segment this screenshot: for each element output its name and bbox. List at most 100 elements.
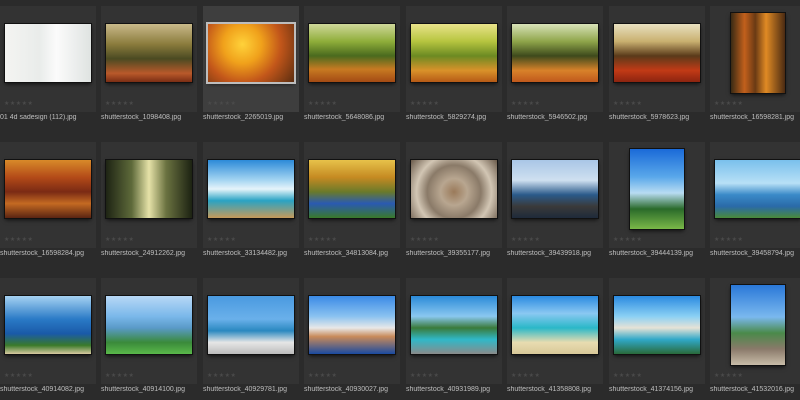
thumbnail-frame: [101, 142, 197, 236]
thumbnail-image[interactable]: [411, 160, 497, 218]
rating-stars[interactable]: ★★★★★: [4, 237, 33, 244]
thumbnail-cell[interactable]: ★★★★★ shutterstock_39355177.jpg: [406, 142, 502, 257]
thumbnail-cell[interactable]: ★★★★★ shutterstock_41374156.jpg: [609, 278, 705, 393]
rating-stars[interactable]: ★★★★★: [410, 101, 439, 108]
thumbnail-cell[interactable]: ★★★★★ shutterstock_39439918.jpg: [507, 142, 603, 257]
thumbnail-cell[interactable]: ★★★★★ shutterstock_5829274.jpg: [406, 6, 502, 121]
rating-stars[interactable]: ★★★★★: [714, 237, 743, 244]
rating-stars[interactable]: ★★★★★: [308, 373, 337, 380]
thumbnail-cell[interactable]: ★★★★★ shutterstock_40914100.jpg: [101, 278, 197, 393]
thumbnail-image[interactable]: [614, 24, 700, 82]
thumbnail-cell[interactable]: ★★★★★ shutterstock_40929781.jpg: [203, 278, 299, 393]
thumbnail-image[interactable]: [106, 24, 192, 82]
rating-stars[interactable]: ★★★★★: [308, 101, 337, 108]
thumbnail-image[interactable]: [715, 160, 800, 218]
thumbnail-cell[interactable]: ★★★★★ shutterstock_40930027.jpg: [304, 278, 400, 393]
thumbnail-cell[interactable]: ★★★★★ shutterstock_41532016.jpg: [710, 278, 800, 393]
thumbnail-cell[interactable]: ★★★★★ shutterstock_24912262.jpg: [101, 142, 197, 257]
thumbnail-cell[interactable]: ★★★★★ shutterstock_16598281.jpg: [710, 6, 800, 121]
thumbnail-filename: shutterstock_40914082.jpg: [0, 386, 85, 393]
thumbnail-frame: [0, 142, 96, 236]
thumbnail-filename: shutterstock_41374156.jpg: [609, 386, 694, 393]
rating-stars[interactable]: ★★★★★: [511, 101, 540, 108]
rating-stars[interactable]: ★★★★★: [613, 101, 642, 108]
thumbnail-cell[interactable]: ★★★★★ shutterstock_5978623.jpg: [609, 6, 705, 121]
thumbnail-frame: [304, 142, 400, 236]
thumbnail-image[interactable]: [5, 24, 91, 82]
rating-stars[interactable]: ★★★★★: [410, 237, 439, 244]
thumbnail-cell[interactable]: ★★★★★ shutterstock_1098408.jpg: [101, 6, 197, 121]
thumbnail-filename: shutterstock_5648086.jpg: [304, 114, 385, 121]
thumbnail-filename: shutterstock_39439918.jpg: [507, 250, 592, 257]
thumbnail-image[interactable]: [512, 160, 598, 218]
thumbnail-filename: shutterstock_2265019.jpg: [203, 114, 284, 121]
thumbnail-filename: shutterstock_39444139.jpg: [609, 250, 694, 257]
rating-stars[interactable]: ★★★★★: [714, 101, 743, 108]
rating-stars[interactable]: ★★★★★: [207, 101, 236, 108]
thumbnail-cell[interactable]: ★★★★★ shutterstock_40931989.jpg: [406, 278, 502, 393]
rating-stars[interactable]: ★★★★★: [105, 373, 134, 380]
thumbnail-image[interactable]: [411, 24, 497, 82]
thumbnail-frame: [203, 6, 299, 100]
thumbnail-frame: [609, 278, 705, 372]
thumbnail-image[interactable]: [411, 296, 497, 354]
thumbnail-image[interactable]: [630, 149, 684, 229]
thumbnail-filename: shutterstock_33134482.jpg: [203, 250, 288, 257]
thumbnail-cell[interactable]: ★★★★★ shutterstock_41358808.jpg: [507, 278, 603, 393]
thumbnail-filename: shutterstock_40931989.jpg: [406, 386, 491, 393]
thumbnail-frame: [507, 142, 603, 236]
rating-stars[interactable]: ★★★★★: [4, 101, 33, 108]
thumbnail-image[interactable]: [206, 22, 296, 84]
thumbnail-filename: 01 4d sadesign (112).jpg: [0, 114, 77, 121]
thumbnail-image[interactable]: [106, 296, 192, 354]
thumbnail-frame: [406, 142, 502, 236]
thumbnail-image[interactable]: [614, 296, 700, 354]
thumbnail-image[interactable]: [5, 160, 91, 218]
rating-stars[interactable]: ★★★★★: [4, 373, 33, 380]
thumbnail-image[interactable]: [731, 13, 785, 93]
thumbnail-image[interactable]: [208, 160, 294, 218]
thumbnail-frame: [0, 6, 96, 100]
thumbnail-image[interactable]: [106, 160, 192, 218]
thumbnail-image[interactable]: [309, 24, 395, 82]
thumbnail-filename: shutterstock_41532016.jpg: [710, 386, 795, 393]
thumbnail-frame: [203, 278, 299, 372]
thumbnail-cell[interactable]: ★★★★★ shutterstock_40914082.jpg: [0, 278, 96, 393]
thumbnail-image[interactable]: [512, 296, 598, 354]
rating-stars[interactable]: ★★★★★: [410, 373, 439, 380]
thumbnail-frame: [203, 142, 299, 236]
rating-stars[interactable]: ★★★★★: [613, 237, 642, 244]
thumbnail-image[interactable]: [512, 24, 598, 82]
thumbnail-frame: [507, 278, 603, 372]
thumbnail-image[interactable]: [208, 296, 294, 354]
thumbnail-cell[interactable]: ★★★★★ shutterstock_39458794.jpg: [710, 142, 800, 257]
rating-stars[interactable]: ★★★★★: [105, 237, 134, 244]
thumbnail-image[interactable]: [309, 296, 395, 354]
thumbnail-filename: shutterstock_24912262.jpg: [101, 250, 186, 257]
thumbnail-cell[interactable]: ★★★★★ shutterstock_5648086.jpg: [304, 6, 400, 121]
rating-stars[interactable]: ★★★★★: [714, 373, 743, 380]
thumbnail-filename: shutterstock_34813084.jpg: [304, 250, 389, 257]
thumbnail-frame: [304, 6, 400, 100]
rating-stars[interactable]: ★★★★★: [105, 101, 134, 108]
thumbnail-filename: shutterstock_16598284.jpg: [0, 250, 85, 257]
thumbnail-filename: shutterstock_5829274.jpg: [406, 114, 487, 121]
thumbnail-cell[interactable]: ★★★★★ 01 4d sadesign (112).jpg: [0, 6, 96, 121]
rating-stars[interactable]: ★★★★★: [511, 373, 540, 380]
thumbnail-cell[interactable]: ★★★★★ shutterstock_16598284.jpg: [0, 142, 96, 257]
thumbnail-cell[interactable]: ★★★★★ shutterstock_5946502.jpg: [507, 6, 603, 121]
rating-stars[interactable]: ★★★★★: [308, 237, 337, 244]
thumbnail-frame: [710, 278, 800, 372]
rating-stars[interactable]: ★★★★★: [207, 237, 236, 244]
thumbnail-cell[interactable]: ★★★★★ shutterstock_39444139.jpg: [609, 142, 705, 257]
rating-stars[interactable]: ★★★★★: [511, 237, 540, 244]
thumbnail-image[interactable]: [309, 160, 395, 218]
thumbnail-cell[interactable]: ★★★★★ shutterstock_33134482.jpg: [203, 142, 299, 257]
rating-stars[interactable]: ★★★★★: [207, 373, 236, 380]
thumbnail-cell[interactable]: ★★★★★ shutterstock_34813084.jpg: [304, 142, 400, 257]
thumbnail-image[interactable]: [5, 296, 91, 354]
thumbnail-image[interactable]: [731, 285, 785, 365]
thumbnail-frame: [101, 6, 197, 100]
thumbnail-cell[interactable]: ★★★★★ shutterstock_2265019.jpg: [203, 6, 299, 121]
rating-stars[interactable]: ★★★★★: [613, 373, 642, 380]
